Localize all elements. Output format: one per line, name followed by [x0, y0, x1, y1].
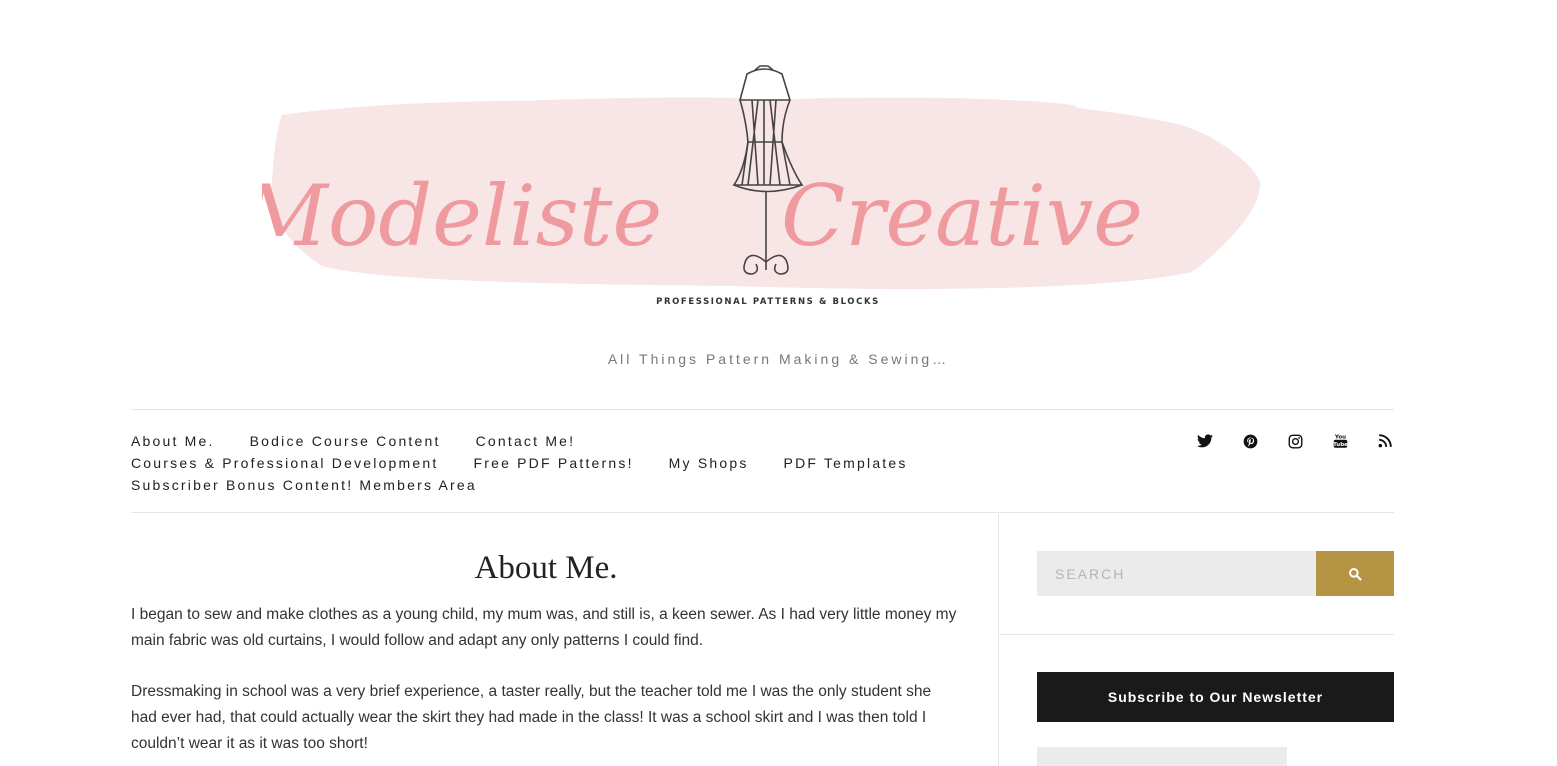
- search-icon: [1349, 567, 1362, 581]
- nav-item-courses[interactable]: Courses & Professional Development: [131, 455, 438, 471]
- logo-script-left: Modeliste: [262, 167, 662, 265]
- nav-divider: [131, 512, 1394, 513]
- sidebar-divider-horizontal: [999, 634, 1394, 635]
- nav-item-contact-me[interactable]: Contact Me!: [476, 433, 576, 449]
- pinterest-icon[interactable]: [1241, 432, 1259, 450]
- svg-text:Tube: Tube: [1333, 442, 1348, 448]
- nav-item-bodice-course-content[interactable]: Bodice Course Content: [250, 433, 441, 449]
- search-input[interactable]: [1037, 551, 1316, 596]
- social-links: You Tube: [1196, 432, 1394, 450]
- page-title: About Me.: [474, 550, 618, 586]
- search-form: [1037, 551, 1394, 596]
- nav-item-subscriber-bonus[interactable]: Subscriber Bonus Content! Members Area: [131, 477, 477, 493]
- nav-item-my-shops[interactable]: My Shops: [669, 455, 749, 471]
- twitter-icon[interactable]: [1196, 432, 1214, 450]
- paragraph: Dressmaking in school was a very brief e…: [131, 683, 932, 752]
- svg-text:You: You: [1333, 435, 1345, 441]
- nav-item-about-me[interactable]: About Me.: [131, 433, 215, 449]
- nav-item-pdf-templates[interactable]: PDF Templates: [784, 455, 908, 471]
- site-tagline: All Things Pattern Making & Sewing…: [607, 351, 950, 367]
- site-logo[interactable]: Modeliste Creative PROFESSIONAL PATTERNS…: [262, 60, 1266, 312]
- logo-script-right: Creative: [781, 167, 1143, 265]
- logo-graphic: Modeliste Creative PROFESSIONAL PATTERNS…: [262, 65, 1261, 307]
- nav-row-3: Subscriber Bonus Content! Members Area: [131, 477, 477, 493]
- youtube-icon[interactable]: You Tube: [1331, 432, 1349, 450]
- logo-subtext: PROFESSIONAL PATTERNS & BLOCKS: [656, 297, 880, 307]
- nav-item-free-pdf-patterns[interactable]: Free PDF Patterns!: [473, 455, 633, 471]
- sidebar-divider: [998, 514, 999, 766]
- newsletter-email-field[interactable]: [1037, 747, 1287, 766]
- nav-row-2: Courses & Professional Development Free P…: [131, 455, 908, 471]
- nav-row-1: About Me. Bodice Course Content Contact Me…: [131, 433, 575, 449]
- instagram-icon[interactable]: [1286, 432, 1304, 450]
- rss-icon[interactable]: [1376, 432, 1394, 450]
- paragraph: I began to sew and make clothes as a you…: [131, 606, 957, 649]
- search-button[interactable]: [1316, 551, 1394, 596]
- header-divider: [131, 409, 1394, 410]
- newsletter-subscribe-button[interactable]: Subscribe to Our Newsletter: [1037, 672, 1394, 722]
